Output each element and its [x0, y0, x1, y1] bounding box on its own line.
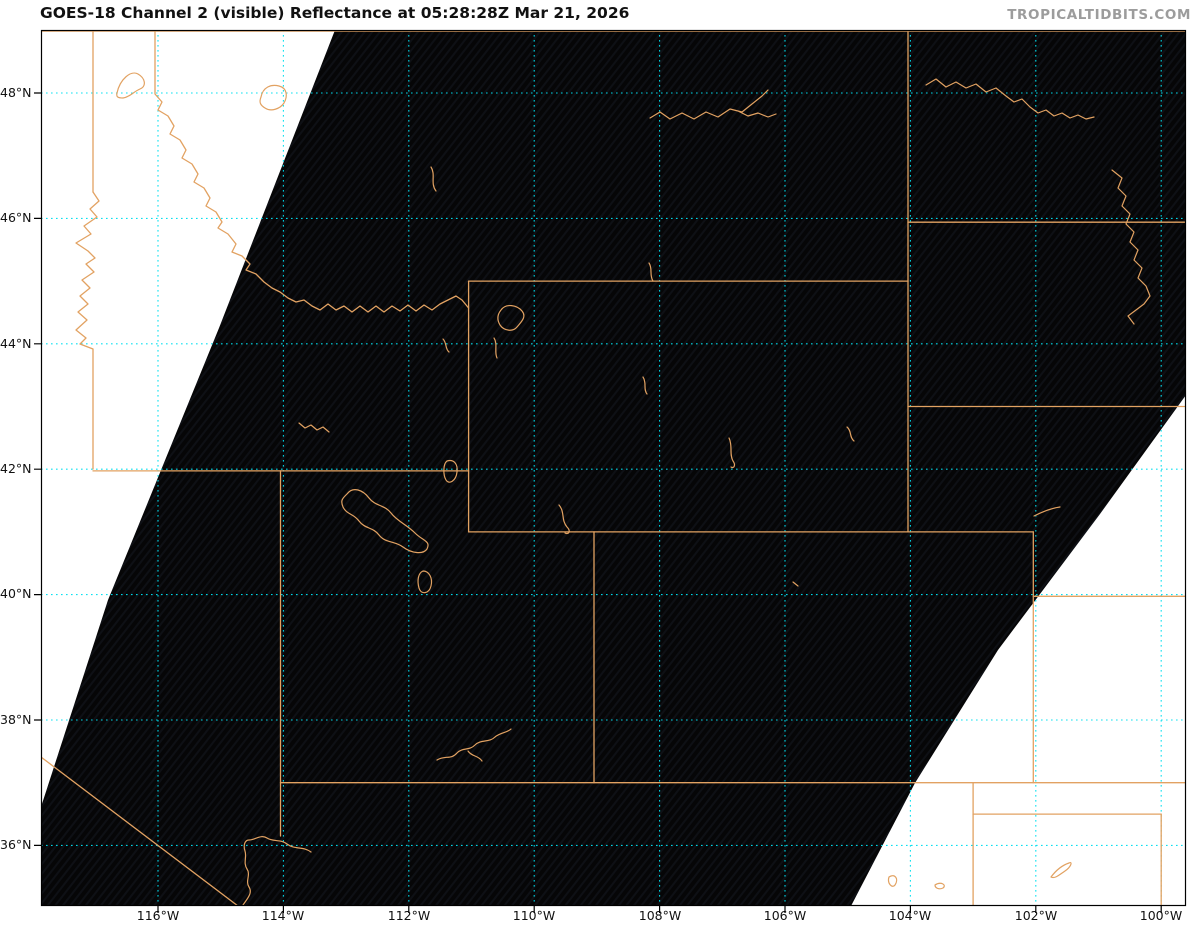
map-canvas [34, 29, 1187, 913]
satellite-map-page: GOES-18 Channel 2 (visible) Reflectance … [0, 0, 1200, 929]
